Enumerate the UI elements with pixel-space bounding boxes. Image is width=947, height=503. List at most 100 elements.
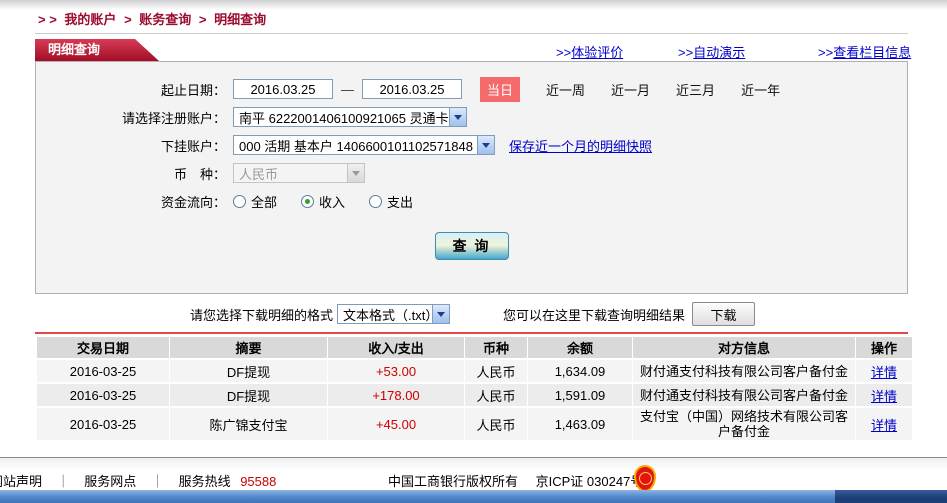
chevron-down-icon [347, 164, 364, 182]
radio-expense-label: 支出 [387, 194, 414, 210]
link-auto-demo[interactable]: >>自动演示 [678, 42, 745, 61]
sub-account-select[interactable]: 000 活期 基本户 1406600101102571848 [233, 135, 495, 155]
date-separator: — [341, 81, 354, 97]
header-action: 操作 [856, 337, 912, 358]
fund-flow-row: 资金流向： 全部 收入 支出 [36, 187, 907, 215]
footer-hotline-number: 95588 [240, 474, 277, 489]
footer-separator: ｜ [56, 474, 70, 489]
cell-summary: DF提现 [170, 360, 327, 382]
download-row: 请您选择下载明细的格式 文本格式（.txt） 您可以在这里下载查询明细结果 下载 [35, 302, 908, 326]
preset-last-week[interactable]: 近一周 [546, 80, 585, 99]
link-prefix: >> [818, 45, 834, 60]
cell-currency: 人民币 [465, 360, 527, 382]
link-label[interactable]: 查看栏目信息 [833, 45, 911, 60]
breadcrumb-item-my-account[interactable]: 我的账户 [64, 12, 116, 27]
radio-all-label: 全部 [251, 194, 278, 210]
date-range-row: 起止日期： — 当日 近一周 近一月 近三月 近一年 [36, 75, 907, 103]
start-date-input[interactable] [233, 79, 333, 99]
fund-flow-label: 资金流向： [160, 194, 226, 210]
radio-all-icon[interactable] [233, 194, 246, 208]
sub-account-row: 下挂账户： 000 活期 基本户 1406600101102571848 保存近… [36, 131, 907, 159]
register-account-value: 南平 6222001406100921065 灵通卡 [239, 110, 449, 126]
results-table: 交易日期 摘要 收入/支出 币种 余额 对方信息 操作 2016-03-25 D… [37, 337, 912, 442]
preset-last-year[interactable]: 近一年 [741, 80, 780, 99]
bottom-bar [0, 490, 947, 503]
radio-expense[interactable]: 支出 [369, 192, 413, 211]
radio-all[interactable]: 全部 [233, 192, 277, 211]
footer-hotline-label: 服务热线 [178, 474, 231, 489]
header-counterparty: 对方信息 [633, 337, 855, 358]
query-button[interactable]: 查 询 [434, 232, 509, 260]
header-amount: 收入/支出 [328, 337, 464, 358]
link-view-column-info[interactable]: >>查看栏目信息 [818, 42, 911, 61]
cell-counterparty: 财付通支付科技有限公司客户备付金 [633, 360, 855, 382]
query-form-panel: 起止日期： — 当日 近一周 近一月 近三月 近一年 请选择注册账户： 南平 6… [35, 61, 908, 294]
chevron-down-icon[interactable] [449, 108, 466, 126]
radio-income[interactable]: 收入 [301, 192, 345, 211]
radio-expense-icon[interactable] [369, 194, 383, 208]
detail-link[interactable]: 详情 [871, 386, 897, 405]
cell-date: 2016-03-25 [37, 408, 169, 440]
cell-summary: 陈广锦支付宝 [170, 408, 327, 440]
date-range-label: 起止日期： [160, 82, 226, 98]
cell-counterparty: 财付通支付科技有限公司客户备付金 [633, 384, 855, 406]
detail-link[interactable]: 详情 [871, 362, 897, 381]
register-account-select[interactable]: 南平 6222001406100921065 灵通卡 [233, 107, 467, 127]
cell-balance: 1,463.09 [528, 408, 632, 440]
table-row: 2016-03-25 陈广锦支付宝 +45.00 人民币 1,463.09 支付… [37, 408, 912, 440]
breadcrumb-item-account-query[interactable]: 账务查询 [139, 12, 191, 27]
sub-account-label: 下挂账户： [160, 138, 226, 154]
bottom-bar-light-segment [0, 490, 835, 503]
table-header-row: 交易日期 摘要 收入/支出 币种 余额 对方信息 操作 [37, 337, 912, 358]
currency-select: 人民币 [233, 163, 365, 183]
cell-currency: 人民币 [465, 384, 527, 406]
link-experience-review[interactable]: >>体验评价 [556, 42, 623, 61]
link-label[interactable]: 自动演示 [693, 45, 745, 60]
preset-last-quarter[interactable]: 近三月 [676, 80, 715, 99]
breadcrumb-item-detail-query[interactable]: 明细查询 [214, 12, 266, 27]
radio-income-label: 收入 [319, 194, 346, 210]
cell-balance: 1,591.09 [528, 384, 632, 406]
header-summary: 摘要 [170, 337, 327, 358]
download-button[interactable]: 下载 [692, 302, 756, 326]
detail-link[interactable]: 详情 [871, 415, 897, 434]
table-top-rule [35, 332, 908, 334]
download-format-select[interactable]: 文本格式（.txt） [337, 304, 451, 324]
table-row: 2016-03-25 DF提现 +53.00 人民币 1,634.09 财付通支… [37, 360, 912, 382]
footer-copyright: 中国工商银行版权所有 京ICP证 030247号 [388, 471, 657, 490]
cell-summary: DF提现 [170, 384, 327, 406]
detail-query-page: > > 我的账户 > 账务查询 > 明细查询 明细查询 >>体验评价 >>自动演… [0, 0, 947, 503]
footer-link-site-statement[interactable]: 网站声明 [0, 474, 42, 489]
preset-today[interactable]: 当日 [480, 76, 521, 102]
breadcrumb: > > 我的账户 > 账务查询 > 明细查询 [38, 9, 270, 28]
currency-row: 币 种： 人民币 [36, 159, 907, 187]
cell-amount: +178.00 [328, 384, 464, 406]
table-row: 2016-03-25 DF提现 +178.00 人民币 1,591.09 财付通… [37, 384, 912, 406]
cell-balance: 1,634.09 [528, 360, 632, 382]
breadcrumb-prefix: > > [38, 12, 57, 27]
footer-link-service-outlets[interactable]: 服务网点 [84, 474, 136, 489]
preset-last-month[interactable]: 近一月 [611, 80, 650, 99]
cell-date: 2016-03-25 [37, 384, 169, 406]
register-account-label: 请选择注册账户： [121, 110, 226, 126]
header-currency: 币种 [465, 337, 527, 358]
download-format-value: 文本格式（.txt） [343, 307, 433, 323]
save-snapshot-link[interactable]: 保存近一个月的明细快照 [509, 136, 652, 155]
end-date-input[interactable] [362, 79, 462, 99]
breadcrumb-divider [35, 33, 908, 34]
radio-income-icon[interactable] [301, 194, 315, 208]
cell-currency: 人民币 [465, 408, 527, 440]
link-label[interactable]: 体验评价 [571, 45, 623, 60]
header-balance: 余额 [528, 337, 632, 358]
chevron-down-icon[interactable] [432, 305, 450, 323]
header-date: 交易日期 [37, 337, 169, 358]
breadcrumb-separator: > [198, 12, 207, 27]
chevron-down-icon[interactable] [477, 136, 494, 154]
query-button-row: 查 询 [36, 232, 907, 260]
link-prefix: >> [556, 45, 572, 60]
download-format-label: 请您选择下载明细的格式 [190, 307, 334, 323]
cell-counterparty: 支付宝（中国）网络技术有限公司客户备付金 [633, 408, 855, 440]
icp-number: 京ICP证 030247号 [535, 474, 644, 489]
link-prefix: >> [678, 45, 694, 60]
sub-account-value: 000 活期 基本户 1406600101102571848 [239, 138, 473, 154]
